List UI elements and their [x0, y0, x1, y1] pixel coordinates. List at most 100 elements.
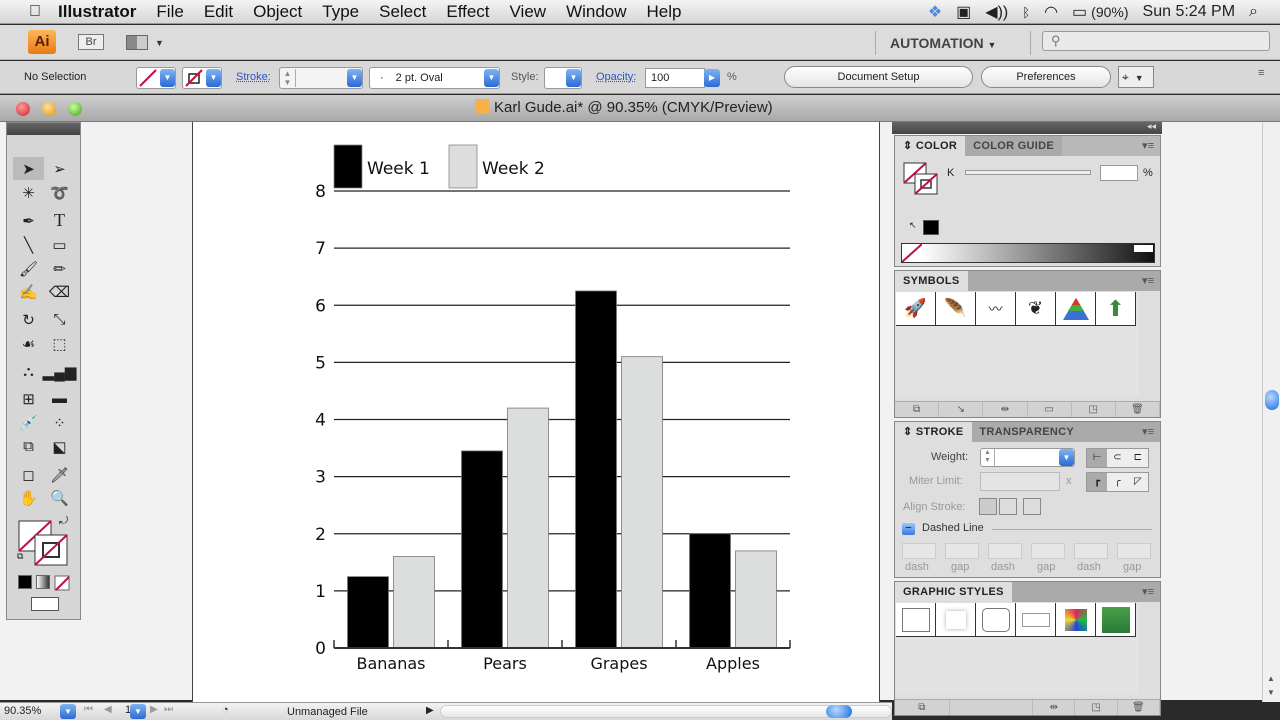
- graph-tool-icon[interactable]: ▂▄▆: [43, 360, 77, 383]
- panel-dock-header[interactable]: ◂◂: [892, 121, 1162, 134]
- magic-wand-tool-icon[interactable]: ✳: [13, 181, 44, 204]
- last-color-swatch[interactable]: [923, 220, 939, 235]
- stroke-weight-field[interactable]: ▲ ▼ ▼: [279, 67, 363, 89]
- graphic-style-multicolor[interactable]: [1056, 603, 1096, 637]
- opacity-input[interactable]: 100: [645, 68, 705, 88]
- panel-menu-icon[interactable]: ≡: [1258, 67, 1264, 79]
- symbol-sprayer-tool-icon[interactable]: ⛬: [13, 360, 44, 383]
- weight-input[interactable]: ▲ ▼ ▼: [980, 448, 1075, 467]
- style-libraries-icon[interactable]: ⧉: [895, 700, 950, 715]
- place-symbol-icon[interactable]: ↘: [939, 402, 984, 417]
- dashed-line-checkbox[interactable]: −: [902, 523, 915, 535]
- gap-input[interactable]: [1117, 543, 1151, 559]
- next-artboard-button[interactable]: ▶: [150, 704, 158, 715]
- vertical-scrollbar[interactable]: ▲ ▼: [1262, 122, 1280, 702]
- menu-effect[interactable]: Effect: [446, 2, 489, 22]
- menu-object[interactable]: Object: [253, 2, 302, 22]
- opacity-slider-button[interactable]: ▶: [704, 69, 720, 87]
- stepper-icon[interactable]: ▲ ▼: [981, 449, 995, 466]
- graphic-style-shadow[interactable]: [936, 603, 976, 637]
- minimize-window-button[interactable]: [42, 102, 56, 116]
- dash-input[interactable]: [988, 543, 1022, 559]
- gap-input[interactable]: [1031, 543, 1065, 559]
- line-tool-icon[interactable]: ╲: [13, 233, 44, 256]
- last-artboard-button[interactable]: ⏭: [164, 704, 173, 715]
- previous-artboard-button[interactable]: ◀: [104, 704, 112, 715]
- brush-definition-dropdown[interactable]: · 2 pt. Oval ▼: [369, 67, 500, 89]
- warp-tool-icon[interactable]: ☙: [13, 332, 44, 355]
- default-fill-stroke-icon[interactable]: ⧉: [17, 551, 23, 562]
- scroll-down-arrow[interactable]: ▼: [1267, 688, 1275, 697]
- color-spectrum-ramp[interactable]: [901, 243, 1155, 263]
- live-paint-bucket-tool-icon[interactable]: ⧉: [13, 435, 44, 458]
- gap-input[interactable]: [945, 543, 979, 559]
- panel-menu-icon[interactable]: ▾≡: [1142, 585, 1154, 598]
- dash-input[interactable]: [902, 543, 936, 559]
- document-setup-button[interactable]: Document Setup: [784, 66, 973, 88]
- workspace-switcher[interactable]: AUTOMATION ▼: [890, 35, 996, 51]
- graphic-style-rounded[interactable]: [976, 603, 1016, 637]
- gradient-mode-button[interactable]: [36, 575, 50, 589]
- graphic-style-double[interactable]: [1016, 603, 1056, 637]
- panel-menu-icon[interactable]: ▾≡: [1142, 425, 1154, 438]
- symbol-libraries-icon[interactable]: ⧉: [895, 402, 940, 417]
- lasso-tool-icon[interactable]: ➰: [44, 181, 75, 204]
- type-tool-icon[interactable]: T: [44, 209, 75, 232]
- symbol-banner[interactable]: 〰: [976, 292, 1016, 326]
- round-join-button[interactable]: ╭: [1107, 473, 1128, 491]
- horizontal-scroll-thumb[interactable]: [826, 705, 852, 718]
- symbol-options-icon[interactable]: ▭: [1028, 402, 1072, 417]
- opacity-link[interactable]: Opacity:: [596, 71, 636, 83]
- close-window-button[interactable]: [16, 102, 30, 116]
- bluetooth-icon[interactable]: ᛒ: [1022, 5, 1030, 20]
- none-swatch-icon[interactable]: [902, 244, 922, 262]
- miter-join-button[interactable]: ┏: [1087, 473, 1108, 491]
- eyedropper-tool-icon[interactable]: 💉: [13, 411, 44, 434]
- live-paint-selection-tool-icon[interactable]: ⬕: [44, 435, 75, 458]
- chevron-down-icon[interactable]: ▼: [155, 38, 164, 48]
- rotate-tool-icon[interactable]: ↻: [13, 308, 44, 331]
- symbol-rocket[interactable]: 🚀: [896, 292, 936, 326]
- menu-select[interactable]: Select: [379, 2, 426, 22]
- paintbrush-tool-icon[interactable]: 🖌: [13, 257, 44, 280]
- menu-file[interactable]: File: [156, 2, 183, 22]
- delete-style-icon[interactable]: 🗑: [1118, 700, 1160, 715]
- scroll-up-arrow[interactable]: ▲: [1267, 674, 1275, 683]
- zoom-window-button[interactable]: [68, 102, 82, 116]
- miter-limit-input[interactable]: [980, 472, 1060, 491]
- collapse-panels-icon[interactable]: ◂◂: [1147, 121, 1156, 132]
- pen-tool-icon[interactable]: ✒: [13, 209, 44, 232]
- round-cap-button[interactable]: ⊂: [1107, 449, 1128, 467]
- pencil-tool-icon[interactable]: ✏: [44, 257, 75, 280]
- display-icon[interactable]: ▣: [956, 2, 971, 22]
- menu-help[interactable]: Help: [647, 2, 682, 22]
- symbol-pyramid[interactable]: [1056, 292, 1096, 326]
- version-cue-icon[interactable]: ◔: [222, 704, 229, 716]
- projecting-cap-button[interactable]: ⊏: [1127, 449, 1148, 467]
- hand-tool-icon[interactable]: ✋: [13, 486, 44, 509]
- menu-type[interactable]: Type: [322, 2, 359, 22]
- symbol-wing[interactable]: ❦: [1016, 292, 1056, 326]
- rectangle-tool-icon[interactable]: ▭: [44, 233, 75, 256]
- apple-icon[interactable]: : [26, 3, 44, 21]
- dash-input[interactable]: [1074, 543, 1108, 559]
- align-outside-button[interactable]: [1023, 498, 1041, 515]
- volume-icon[interactable]: ◀)): [985, 2, 1008, 22]
- status-menu-arrow[interactable]: ▶: [426, 705, 434, 716]
- arrange-documents-icon[interactable]: [126, 35, 148, 50]
- horizontal-scrollbar[interactable]: [440, 705, 892, 718]
- k-slider[interactable]: [965, 170, 1091, 175]
- artboard-dropdown[interactable]: ▼: [130, 704, 146, 719]
- butt-cap-button[interactable]: ⊢: [1087, 449, 1108, 467]
- dropbox-icon[interactable]: ❖: [928, 2, 942, 22]
- tab-color[interactable]: ⇕ COLOR: [895, 136, 966, 156]
- panel-menu-icon[interactable]: ▾≡: [1142, 274, 1154, 287]
- gradient-tool-icon[interactable]: ▬: [44, 387, 75, 410]
- bridge-button[interactable]: Br: [78, 34, 104, 50]
- selection-tool-icon[interactable]: ➤: [13, 157, 44, 180]
- align-inside-button[interactable]: [999, 498, 1017, 515]
- slice-tool-icon[interactable]: 🗡: [44, 463, 75, 486]
- zoom-tool-icon[interactable]: 🔍: [44, 486, 75, 509]
- selection-mode-button[interactable]: ⌖ ▼: [1118, 66, 1154, 88]
- new-style-icon[interactable]: ◳: [1075, 700, 1118, 715]
